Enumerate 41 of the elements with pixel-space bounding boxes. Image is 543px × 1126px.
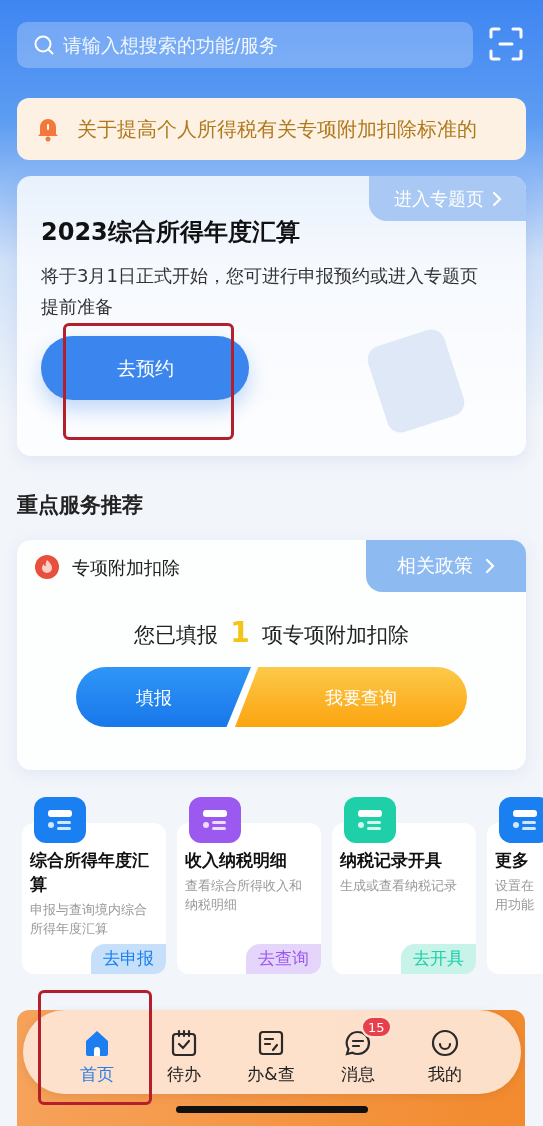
- notice-banner[interactable]: 关于提高个人所得税有关专项附加扣除标准的: [17, 98, 526, 160]
- service-action-button[interactable]: 去申报: [91, 943, 166, 974]
- tab-item[interactable]: 我的: [412, 1014, 478, 1090]
- tab-item[interactable]: 首页: [64, 1014, 130, 1090]
- query-button[interactable]: 我要查询: [235, 667, 467, 727]
- service-description: 生成或查看纳税记录: [340, 876, 457, 895]
- service-title: 更多: [495, 848, 530, 872]
- notice-text: 关于提高个人所得税有关专项附加扣除标准的: [77, 116, 477, 143]
- service-description: 申报与查询境内综合 所得年度汇算: [30, 900, 147, 938]
- card-description: 将于3月1日正式开始，您可进行申报预约或进入专题页提前准备: [41, 264, 479, 319]
- card-title: 专项附加扣除: [72, 555, 180, 580]
- service-action-button[interactable]: 去查询: [246, 943, 321, 974]
- calendar-check-icon: [169, 1028, 199, 1059]
- service-title: 综合所得年度汇算: [30, 848, 150, 896]
- reserve-button[interactable]: 去预约: [41, 336, 249, 400]
- tab-item[interactable]: 15 消息: [325, 1014, 391, 1090]
- topic-page-link[interactable]: 进入专题页: [369, 176, 526, 221]
- service-title: 纳税记录开具: [340, 848, 443, 872]
- service-description: 设置在 用功能: [495, 876, 534, 914]
- policy-link[interactable]: 相关政策: [366, 539, 526, 592]
- card-title: 2023综合所得年度汇算: [41, 217, 301, 248]
- service-icon[interactable]: [34, 796, 86, 843]
- scan-icon[interactable]: [489, 27, 523, 61]
- fill-in-button[interactable]: 填报: [76, 667, 251, 727]
- summary-text: 您已填报: [134, 621, 219, 649]
- chevron-right-icon: [491, 190, 502, 207]
- smiley-icon: [430, 1028, 460, 1059]
- summary-text: 项专项附加扣除: [261, 621, 409, 649]
- flame-icon: [34, 554, 60, 580]
- chevron-right-icon: [485, 557, 495, 574]
- search-icon: [33, 34, 55, 56]
- service-icon[interactable]: [344, 796, 396, 843]
- section-title: 重点服务推荐: [17, 492, 144, 519]
- unread-count-badge: 15: [361, 1016, 392, 1039]
- tab-item[interactable]: 待办: [151, 1014, 217, 1090]
- service-description: 查看综合所得收入和 纳税明细: [185, 876, 302, 914]
- service-icon[interactable]: [499, 796, 543, 843]
- service-icon[interactable]: [189, 796, 241, 843]
- count-number: 1: [230, 618, 250, 647]
- service-title: 收入纳税明细: [185, 848, 288, 872]
- tab-item[interactable]: 办&查: [238, 1014, 304, 1090]
